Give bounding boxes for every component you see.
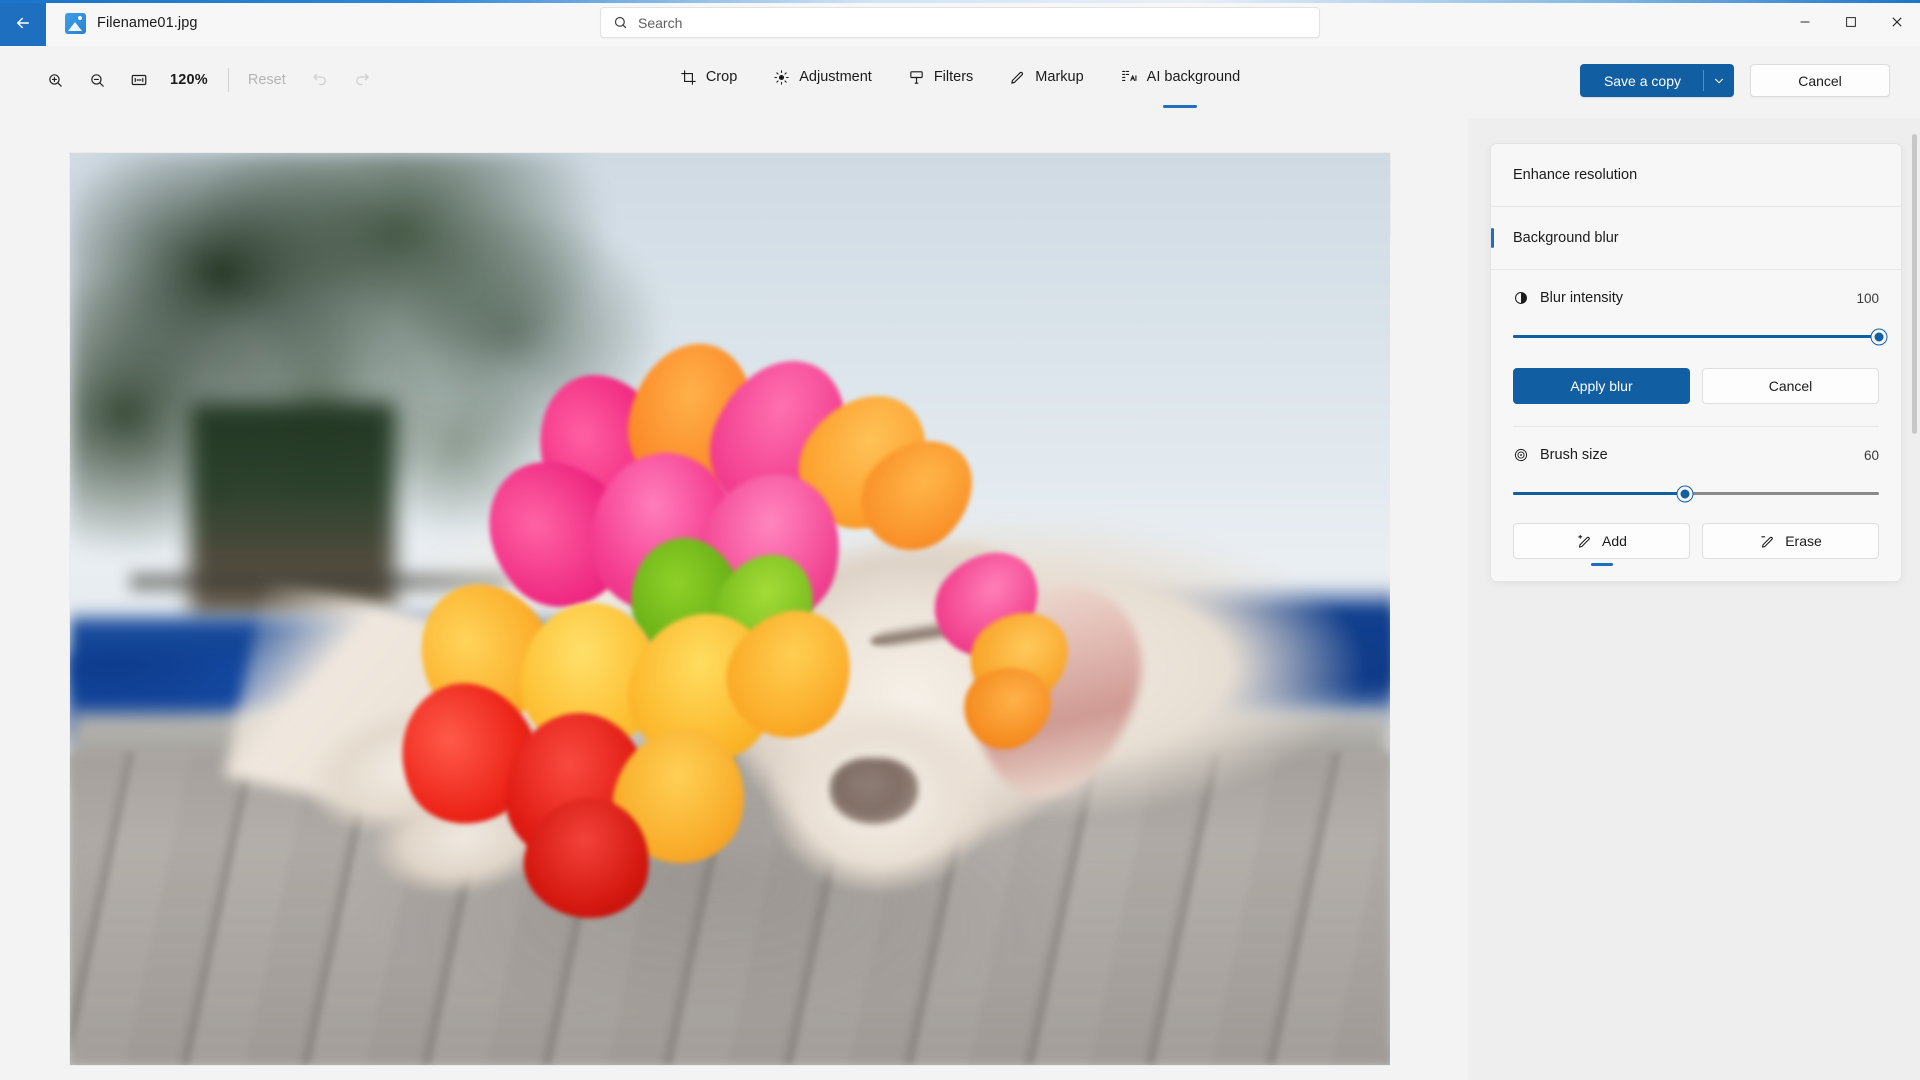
blur-intensity-value: 100 xyxy=(1856,290,1879,306)
background-blur-selection-bar xyxy=(1491,228,1494,248)
blur-intensity-header: Blur intensity 100 xyxy=(1513,290,1879,306)
erase-pen-icon xyxy=(1759,533,1776,550)
search-container xyxy=(600,7,1320,38)
filters-icon xyxy=(908,69,925,86)
ai-background-options-card: Enhance resolution Background blur Blur … xyxy=(1490,143,1902,582)
tab-filters[interactable]: Filters xyxy=(894,58,987,96)
brush-mode-toggle: Add Erase xyxy=(1513,523,1879,566)
chevron-down-icon[interactable] xyxy=(1704,64,1734,97)
undo-button[interactable] xyxy=(299,59,341,101)
minimize-icon xyxy=(1800,21,1810,23)
background-blur-label: Background blur xyxy=(1513,230,1619,246)
panel-scrollbar-thumb[interactable] xyxy=(1912,134,1917,434)
blur-intensity-slider[interactable] xyxy=(1513,328,1887,346)
apply-blur-label: Apply blur xyxy=(1570,378,1633,394)
photo-preview[interactable] xyxy=(70,153,1390,1065)
tab-crop-label: Crop xyxy=(705,69,738,85)
editor-toolbar: 120% Reset Crop Adjustment Filters Marku… xyxy=(0,46,1920,118)
maximize-button[interactable] xyxy=(1828,0,1874,44)
zoom-out-button[interactable] xyxy=(76,59,118,101)
zoom-controls: 120% Reset xyxy=(34,59,383,101)
brush-add-label: Add xyxy=(1602,533,1627,549)
zoom-in-icon xyxy=(48,73,62,87)
option-background-blur[interactable]: Background blur xyxy=(1491,207,1901,269)
tab-markup-label: Markup xyxy=(1035,69,1084,85)
search-icon xyxy=(613,15,628,30)
brush-erase-label: Erase xyxy=(1785,533,1822,549)
file-chip: Filename01.jpg xyxy=(65,0,198,46)
crop-icon xyxy=(680,69,697,86)
fit-to-window-button[interactable] xyxy=(118,59,160,101)
enhance-resolution-label: Enhance resolution xyxy=(1513,167,1638,183)
tab-markup[interactable]: Markup xyxy=(995,58,1097,96)
tab-ai-background-underline xyxy=(1162,105,1197,108)
photo-flower-lei xyxy=(70,153,1390,1065)
option-enhance-resolution[interactable]: Enhance resolution xyxy=(1491,144,1901,206)
image-canvas[interactable] xyxy=(0,118,1468,1080)
apply-blur-button[interactable]: Apply blur xyxy=(1513,368,1690,404)
title-bar: Filename01.jpg xyxy=(0,0,1920,46)
zoom-out-icon xyxy=(90,73,104,87)
brush-size-label: Brush size xyxy=(1540,447,1608,463)
close-button[interactable] xyxy=(1874,0,1920,44)
blur-action-buttons: Apply blur Cancel xyxy=(1513,368,1879,404)
fit-to-window-icon xyxy=(131,74,147,86)
blur-cancel-label: Cancel xyxy=(1768,378,1813,394)
blur-cancel-button[interactable]: Cancel xyxy=(1702,368,1879,404)
blur-intensity-slider-thumb[interactable] xyxy=(1871,329,1887,345)
redo-button[interactable] xyxy=(341,59,383,101)
file-name-label: Filename01.jpg xyxy=(97,15,198,31)
ai-background-panel: Enhance resolution Background blur Blur … xyxy=(1468,118,1920,1080)
canvas-panel-gap xyxy=(1390,236,1468,1080)
tab-adjustment[interactable]: Adjustment xyxy=(759,58,886,96)
brush-size-slider[interactable] xyxy=(1513,485,1879,503)
toolbar-divider xyxy=(227,68,229,92)
close-icon xyxy=(1892,17,1902,27)
redo-icon xyxy=(355,73,369,86)
brush-add-underline xyxy=(1590,563,1613,566)
brush-section-body: Brush size 60 Add Erase xyxy=(1491,427,1901,581)
brush-size-slider-thumb[interactable] xyxy=(1677,486,1693,502)
brush-size-value: 60 xyxy=(1863,447,1879,463)
back-arrow-icon xyxy=(17,17,29,29)
panel-scrollbar[interactable] xyxy=(1912,134,1917,1054)
pen-icon xyxy=(1009,69,1026,86)
window-controls xyxy=(1782,0,1920,44)
reset-button[interactable]: Reset xyxy=(235,59,299,101)
cancel-button[interactable]: Cancel xyxy=(1750,64,1890,97)
tab-crop[interactable]: Crop xyxy=(666,58,751,96)
blur-icon xyxy=(1513,290,1529,306)
tab-adjustment-label: Adjustment xyxy=(799,69,872,85)
maximize-icon xyxy=(1846,17,1856,27)
brush-erase-button[interactable]: Erase xyxy=(1702,523,1879,559)
save-a-copy-button[interactable]: Save a copy xyxy=(1579,64,1734,97)
ai-background-icon xyxy=(1120,68,1138,86)
brightness-icon xyxy=(773,69,790,86)
zoom-level-label: 120% xyxy=(170,72,208,88)
toolbar-actions: Save a copy Cancel xyxy=(1579,64,1890,97)
brush-add-button[interactable]: Add xyxy=(1513,523,1690,566)
window-top-accent xyxy=(0,0,1920,3)
blur-intensity-slider-fill xyxy=(1513,335,1879,338)
blur-intensity-label: Blur intensity xyxy=(1540,290,1624,306)
tab-ai-background[interactable]: AI background xyxy=(1106,58,1255,108)
add-pen-icon xyxy=(1576,533,1593,550)
brush-size-slider-fill xyxy=(1513,492,1686,495)
search-input[interactable] xyxy=(638,14,1307,31)
zoom-in-button[interactable] xyxy=(34,59,76,101)
brush-size-header: Brush size 60 xyxy=(1513,447,1879,463)
tab-ai-background-label: AI background xyxy=(1146,69,1241,85)
background-blur-body: Blur intensity 100 Apply blur Cancel xyxy=(1491,270,1901,426)
undo-icon xyxy=(313,73,326,86)
tab-filters-label: Filters xyxy=(933,69,974,85)
search-box[interactable] xyxy=(600,7,1320,38)
back-button[interactable] xyxy=(0,0,46,46)
save-a-copy-label: Save a copy xyxy=(1603,72,1681,89)
photos-editor-window: Filename01.jpg Search 120% Reset Crop Ad… xyxy=(0,0,1920,1080)
brush-target-icon xyxy=(1513,447,1529,463)
minimize-button[interactable] xyxy=(1782,0,1828,44)
image-file-icon xyxy=(65,12,86,34)
